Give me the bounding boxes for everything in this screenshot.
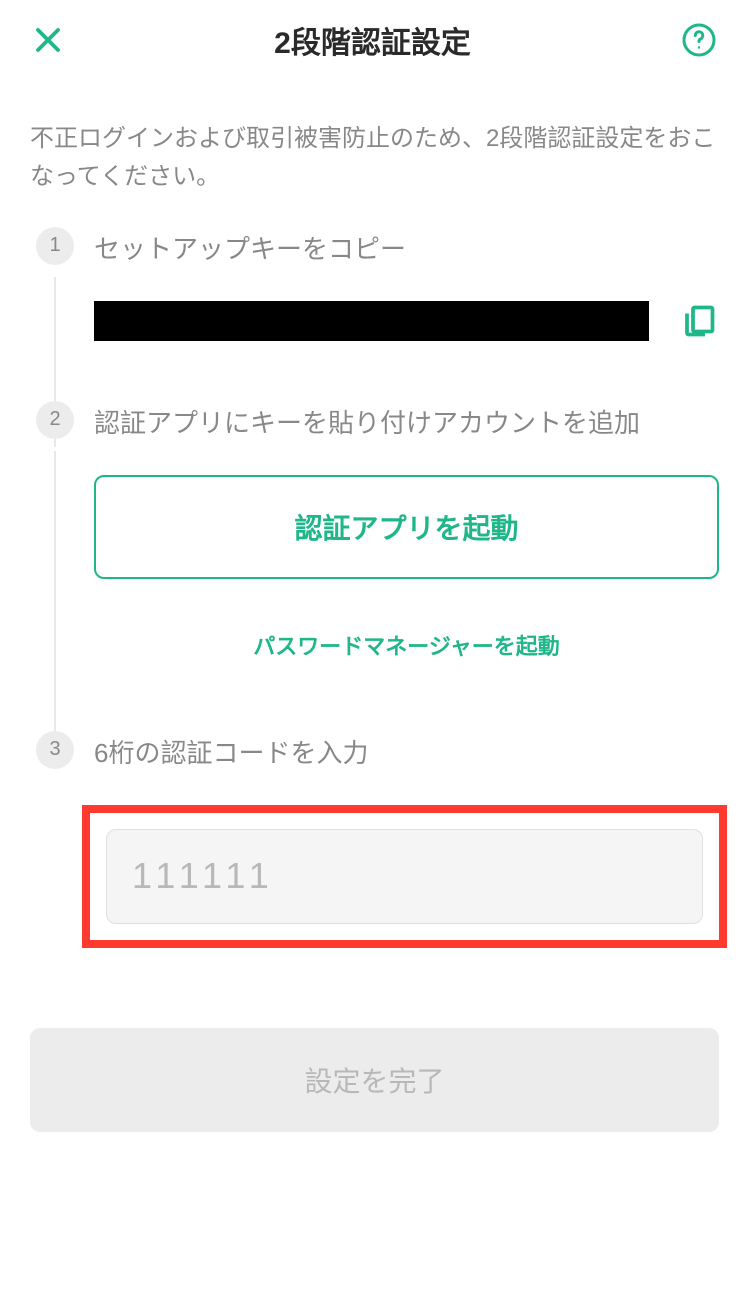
complete-setup-button[interactable]: 設定を完了 (30, 1028, 719, 1132)
step-2-number: 2 (36, 401, 74, 439)
close-button[interactable] (30, 22, 66, 58)
copy-icon (681, 303, 717, 339)
verification-code-input[interactable] (106, 829, 703, 924)
launch-auth-app-button[interactable]: 認証アプリを起動 (94, 475, 719, 579)
step-1-number: 1 (36, 227, 74, 265)
step-2-title: 認証アプリにキーを貼り付けアカウントを追加 (94, 401, 719, 440)
step-3-title: 6桁の認証コードを入力 (94, 731, 719, 770)
help-button[interactable] (679, 20, 719, 60)
copy-button[interactable] (679, 301, 719, 341)
step-3-number: 3 (36, 731, 74, 769)
step-connector (54, 451, 56, 741)
close-icon (33, 25, 63, 55)
code-input-highlight (82, 805, 727, 948)
launch-password-manager-link[interactable]: パスワードマネージャーを起動 (94, 629, 719, 661)
description-text: 不正ログインおよび取引被害防止のため、2段階認証設定をおこなってください。 (0, 80, 749, 227)
setup-key-redacted (94, 301, 649, 341)
page-title: 2段階認証設定 (66, 18, 679, 62)
step-1-title: セットアップキーをコピー (94, 227, 719, 266)
help-icon (681, 22, 717, 58)
